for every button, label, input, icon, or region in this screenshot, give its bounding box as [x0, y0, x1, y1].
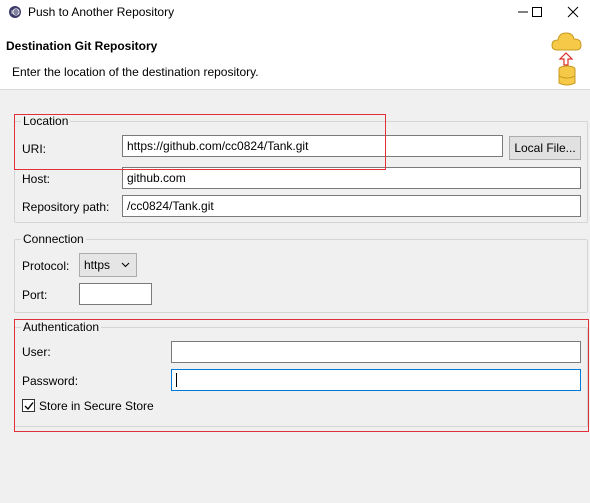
connection-legend: Connection [21, 232, 86, 246]
eclipse-icon [9, 6, 21, 18]
page-title: Destination Git Repository [6, 39, 158, 53]
maximize-button[interactable] [520, 0, 554, 24]
maximize-icon [532, 7, 542, 17]
repository-path-label: Repository path: [22, 200, 110, 214]
protocol-value: https [84, 258, 111, 272]
window-title: Push to Another Repository [28, 5, 175, 19]
user-label: User: [22, 345, 51, 359]
checkmark-icon [24, 402, 34, 411]
protocol-label: Protocol: [22, 259, 70, 273]
password-label: Password: [22, 374, 79, 388]
store-secure-label: Store in Secure Store [39, 399, 154, 413]
close-button[interactable] [556, 0, 590, 24]
location-legend: Location [21, 114, 71, 128]
password-field[interactable] [171, 369, 581, 391]
text-cursor [176, 373, 177, 387]
local-file-button[interactable]: Local File... [509, 136, 581, 160]
port-field[interactable] [79, 283, 152, 305]
authentication-legend: Authentication [21, 320, 102, 334]
host-field[interactable] [122, 167, 581, 189]
host-label: Host: [22, 172, 51, 186]
uri-field[interactable] [122, 135, 503, 157]
close-icon [567, 6, 579, 18]
page-description: Enter the location of the destination re… [12, 65, 259, 79]
wizard-header: Destination Git Repository Enter the loc… [0, 24, 590, 90]
repository-path-field[interactable] [122, 195, 581, 217]
port-label: Port: [22, 288, 48, 302]
uri-label: URI: [22, 142, 46, 156]
git-push-icon [551, 32, 582, 86]
chevron-down-icon [121, 262, 130, 268]
protocol-select[interactable]: https [79, 253, 137, 277]
user-field[interactable] [171, 341, 581, 363]
store-secure-checkbox[interactable] [22, 399, 35, 412]
title-bar: Push to Another Repository [0, 0, 590, 24]
